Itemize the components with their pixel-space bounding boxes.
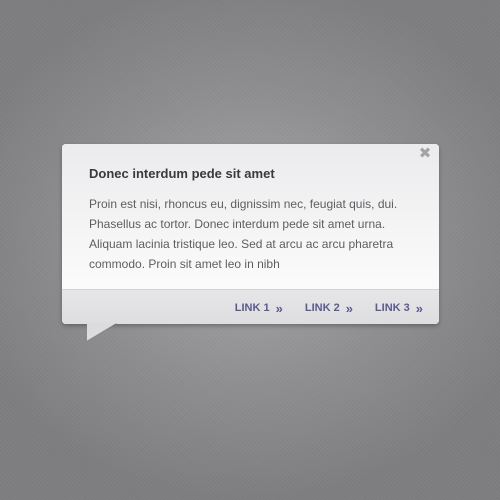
link-1[interactable]: LINK 1 »: [234, 300, 283, 316]
link-1-label: LINK 1: [234, 302, 270, 314]
link-2-label: LINK 2: [304, 302, 340, 314]
double-chevron-right-icon: »: [345, 300, 353, 316]
popover-dialog: ✖ Donec interdum pede sit amet Proin est…: [62, 144, 439, 324]
close-icon[interactable]: ✖: [418, 146, 432, 161]
link-3-label: LINK 3: [374, 302, 410, 314]
popover-body: ✖ Donec interdum pede sit amet Proin est…: [62, 144, 439, 290]
popover-body-text: Proin est nisi, rhoncus eu, dignissim ne…: [89, 197, 398, 271]
footer-links: LINK 1 » LINK 2 » LINK 3 »: [234, 300, 423, 316]
popover-tail: [87, 323, 117, 341]
popover-title: Donec interdum pede sit amet: [89, 166, 275, 181]
link-3[interactable]: LINK 3 »: [374, 300, 423, 316]
double-chevron-right-icon: »: [415, 300, 423, 316]
link-2[interactable]: LINK 2 »: [304, 300, 353, 316]
popover-footer: LINK 1 » LINK 2 » LINK 3 »: [62, 289, 439, 324]
double-chevron-right-icon: »: [275, 300, 283, 316]
